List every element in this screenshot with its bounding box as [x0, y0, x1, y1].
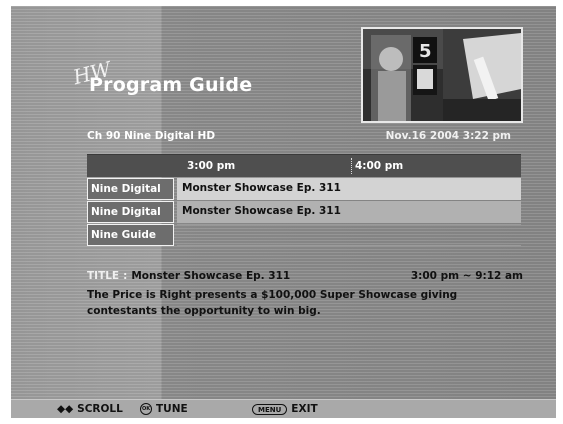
program-title: Monster Showcase Ep. 311 — [131, 270, 291, 282]
preview-sign-number: 5 — [419, 41, 432, 62]
channel-name-cell[interactable]: Nine Digital — [87, 201, 174, 223]
exit-hint: MENU EXIT — [252, 403, 318, 415]
live-preview-window: 5 — [361, 27, 523, 123]
scroll-label: SCROLL — [77, 403, 123, 415]
ok-icon: OK — [140, 403, 152, 415]
program-cell-selected[interactable]: Monster Showcase Ep. 311 — [177, 178, 521, 200]
channel-row[interactable]: Nine Digital Monster Showcase Ep. 311 — [87, 201, 521, 223]
channel-row[interactable]: Nine Digital Monster Showcase Ep. 311 — [87, 178, 521, 200]
time-slot-label: 4:00 pm — [355, 160, 404, 172]
time-slot-label: 3:00 pm — [187, 160, 236, 172]
program-info-panel: TITLE: Monster Showcase Ep. 311 3:00 pm ~… — [87, 270, 527, 319]
program-cell[interactable]: Monster Showcase Ep. 311 — [177, 201, 521, 223]
arrows-icon: ◆◆ — [57, 403, 74, 415]
program-description: The Price is Right presents a $100,000 S… — [87, 289, 458, 317]
menu-icon: MENU — [252, 403, 288, 415]
title-label: TITLE — [87, 270, 120, 282]
channel-row[interactable]: Nine Guide — [87, 224, 521, 246]
time-divider — [351, 158, 354, 174]
program-guide-screen: HW Program Guide 5 Ch 90 Nine Digital HD… — [11, 6, 556, 418]
title-separator: : — [123, 270, 128, 282]
tune-label: TUNE — [156, 403, 188, 415]
preview-image: 5 — [363, 29, 521, 121]
tune-hint: OK TUNE — [140, 403, 188, 415]
scroll-hint: ◆◆ SCROLL — [57, 403, 123, 415]
current-date-time: Nov.16 2004 3:22 pm — [385, 130, 511, 142]
current-channel: Ch 90 Nine Digital HD — [87, 130, 216, 142]
page-title: Program Guide — [89, 74, 253, 96]
time-header-bar: 3:00 pm 4:00 pm — [87, 154, 521, 177]
channel-name-cell[interactable]: Nine Digital — [87, 178, 174, 200]
channel-name-cell[interactable]: Nine Guide — [87, 224, 174, 246]
navigation-hint-bar: ◆◆ SCROLL OK TUNE MENU EXIT — [11, 399, 556, 418]
program-grid: 3:00 pm 4:00 pm Nine Digital Monster Sho… — [87, 154, 521, 246]
program-cell-empty[interactable] — [177, 224, 521, 246]
program-time-range: 3:00 pm ~ 9:12 am — [410, 270, 523, 282]
exit-label: EXIT — [291, 403, 318, 415]
